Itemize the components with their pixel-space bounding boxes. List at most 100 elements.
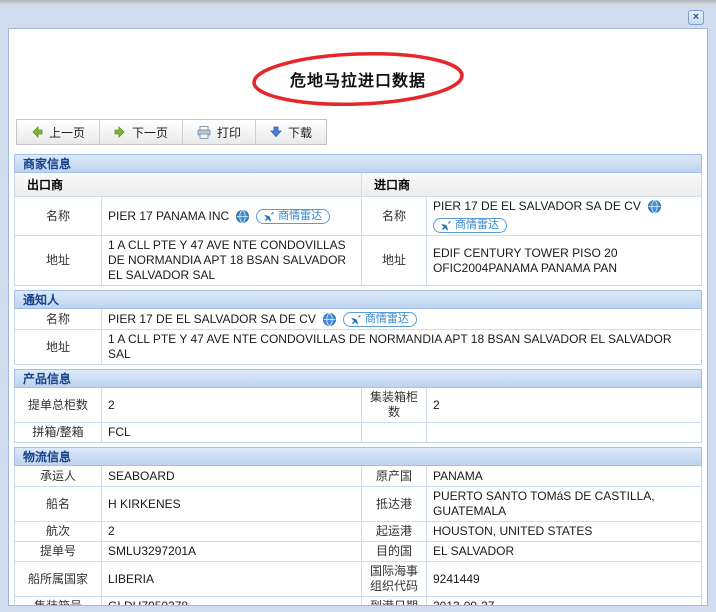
table-row: 名称 PIER 17 PANAMA INC 商情雷达 bbox=[15, 196, 701, 235]
importer-name: PIER 17 DE EL SALVADOR SA DE CV bbox=[433, 199, 641, 214]
next-page-button[interactable]: 下一页 bbox=[100, 120, 183, 144]
section-header-logistics: 物流信息 bbox=[14, 447, 702, 466]
detail-sections: 商家信息 出口商 进口商 名称 PIER 17 PANAMA INC bbox=[9, 145, 707, 606]
field-value: HOUSTON, UNITED STATES bbox=[426, 522, 701, 541]
field-value: GLDU7050278 bbox=[101, 597, 361, 606]
field-label: 名称 bbox=[15, 197, 101, 235]
radar-badge[interactable]: 商情雷达 bbox=[433, 218, 507, 233]
radar-icon bbox=[351, 314, 362, 325]
field-label: 地址 bbox=[361, 236, 426, 285]
globe-icon[interactable] bbox=[648, 200, 661, 213]
field-value: PUERTO SANTO TOMáS DE CASTILLA, GUATEMAL… bbox=[426, 487, 701, 521]
radar-badge-label: 商情雷达 bbox=[278, 209, 322, 224]
modal-window: × 危地马拉进口数据 上一页 下一页 bbox=[0, 5, 716, 612]
section-logistics-info: 物流信息 承运人 SEABOARD 原产国 PANAMA 船名 H KIRKEN… bbox=[14, 447, 702, 606]
importer-header: 进口商 bbox=[361, 173, 701, 196]
field-label: 地址 bbox=[15, 236, 101, 285]
prev-page-button[interactable]: 上一页 bbox=[17, 120, 100, 144]
table-row: 集装箱号 GLDU7050278 到港日期 2013-09-27 bbox=[15, 596, 701, 606]
modal-content-panel: 危地马拉进口数据 上一页 下一页 bbox=[8, 28, 708, 606]
field-label: 承运人 bbox=[15, 466, 101, 486]
arrow-left-icon bbox=[31, 126, 43, 138]
field-label bbox=[361, 423, 426, 442]
table-row: 提单总柜数 2 集装箱柜数 2 bbox=[15, 388, 701, 422]
table-row: 地址 1 A CLL PTE Y 47 AVE NTE CONDOVILLAS … bbox=[15, 329, 701, 364]
field-label: 集装箱柜数 bbox=[361, 388, 426, 422]
field-label: 集装箱号 bbox=[15, 597, 101, 606]
globe-icon[interactable] bbox=[236, 210, 249, 223]
print-button[interactable]: 打印 bbox=[183, 120, 256, 144]
field-value: SMLU3297201A bbox=[101, 542, 361, 561]
table-row: 船所属国家 LIBERIA 国际海事组织代码 9241449 bbox=[15, 561, 701, 596]
field-value: EL SALVADOR bbox=[426, 542, 701, 561]
field-value: 2 bbox=[101, 388, 361, 422]
printer-icon bbox=[197, 126, 211, 139]
section-product-info: 产品信息 提单总柜数 2 集装箱柜数 2 拼箱/整箱 FCL bbox=[14, 369, 702, 443]
importer-name-cell: PIER 17 DE EL SALVADOR SA DE CV 商情雷达 bbox=[426, 197, 701, 235]
table-row: 出口商 进口商 bbox=[15, 173, 701, 196]
table-row: 名称 PIER 17 DE EL SALVADOR SA DE CV 商情雷达 bbox=[15, 309, 701, 329]
page-title: 危地马拉进口数据 bbox=[290, 67, 426, 91]
toolbar: 上一页 下一页 打印 bbox=[16, 119, 327, 145]
title-area: 危地马拉进口数据 bbox=[9, 53, 707, 105]
radar-icon bbox=[264, 211, 275, 222]
close-icon[interactable]: × bbox=[688, 10, 704, 25]
table-row: 航次 2 起运港 HOUSTON, UNITED STATES bbox=[15, 521, 701, 541]
field-label: 拼箱/整箱 bbox=[15, 423, 101, 442]
download-label: 下载 bbox=[288, 124, 312, 141]
globe-icon[interactable] bbox=[323, 313, 336, 326]
field-label: 航次 bbox=[15, 522, 101, 541]
next-page-label: 下一页 bbox=[132, 124, 168, 141]
field-value: 2 bbox=[426, 388, 701, 422]
table-row: 承运人 SEABOARD 原产国 PANAMA bbox=[15, 466, 701, 486]
field-label: 到港日期 bbox=[361, 597, 426, 606]
section-header-product: 产品信息 bbox=[14, 369, 702, 388]
table-row: 拼箱/整箱 FCL bbox=[15, 422, 701, 442]
field-label: 起运港 bbox=[361, 522, 426, 541]
field-label: 船所属国家 bbox=[15, 562, 101, 596]
prev-page-label: 上一页 bbox=[49, 124, 85, 141]
field-label: 原产国 bbox=[361, 466, 426, 486]
importer-address: EDIF CENTURY TOWER PISO 20 OFIC2004PANAM… bbox=[426, 236, 701, 285]
section-notify-party: 通知人 名称 PIER 17 DE EL SALVADOR SA DE CV bbox=[14, 290, 702, 365]
table-row: 地址 1 A CLL PTE Y 47 AVE NTE CONDOVILLAS … bbox=[15, 235, 701, 285]
field-label: 目的国 bbox=[361, 542, 426, 561]
field-label: 名称 bbox=[15, 309, 101, 329]
section-header-merchant: 商家信息 bbox=[14, 154, 702, 173]
print-label: 打印 bbox=[217, 124, 241, 141]
field-label: 提单号 bbox=[15, 542, 101, 561]
field-value: 2013-09-27 bbox=[426, 597, 701, 606]
download-button[interactable]: 下载 bbox=[256, 120, 326, 144]
field-label: 名称 bbox=[361, 197, 426, 235]
exporter-address: 1 A CLL PTE Y 47 AVE NTE CONDOVILLAS DE … bbox=[101, 236, 361, 285]
notify-address: 1 A CLL PTE Y 47 AVE NTE CONDOVILLAS DE … bbox=[101, 330, 701, 364]
field-value: SEABOARD bbox=[101, 466, 361, 486]
field-value bbox=[426, 423, 701, 442]
arrow-right-icon bbox=[114, 126, 126, 138]
radar-badge[interactable]: 商情雷达 bbox=[343, 312, 417, 327]
table-row: 船名 H KIRKENES 抵达港 PUERTO SANTO TOMáS DE … bbox=[15, 486, 701, 521]
field-label: 抵达港 bbox=[361, 487, 426, 521]
field-label: 提单总柜数 bbox=[15, 388, 101, 422]
radar-badge[interactable]: 商情雷达 bbox=[256, 209, 330, 224]
field-value: PANAMA bbox=[426, 466, 701, 486]
radar-icon bbox=[441, 220, 452, 231]
field-value: H KIRKENES bbox=[101, 487, 361, 521]
notify-name: PIER 17 DE EL SALVADOR SA DE CV bbox=[108, 312, 316, 327]
field-label: 地址 bbox=[15, 330, 101, 364]
field-value: LIBERIA bbox=[101, 562, 361, 596]
notify-name-cell: PIER 17 DE EL SALVADOR SA DE CV 商情雷达 bbox=[101, 309, 701, 329]
field-value: FCL bbox=[101, 423, 361, 442]
field-label: 国际海事组织代码 bbox=[361, 562, 426, 596]
radar-badge-label: 商情雷达 bbox=[365, 312, 409, 327]
exporter-name: PIER 17 PANAMA INC bbox=[108, 209, 229, 224]
modal-titlebar: × bbox=[0, 5, 716, 28]
table-row: 提单号 SMLU3297201A 目的国 EL SALVADOR bbox=[15, 541, 701, 561]
exporter-name-cell: PIER 17 PANAMA INC 商情雷达 bbox=[101, 197, 361, 235]
field-value: 2 bbox=[101, 522, 361, 541]
field-value: 9241449 bbox=[426, 562, 701, 596]
field-label: 船名 bbox=[15, 487, 101, 521]
radar-badge-label: 商情雷达 bbox=[455, 218, 499, 233]
arrow-down-icon bbox=[270, 126, 282, 138]
section-header-notify: 通知人 bbox=[14, 290, 702, 309]
